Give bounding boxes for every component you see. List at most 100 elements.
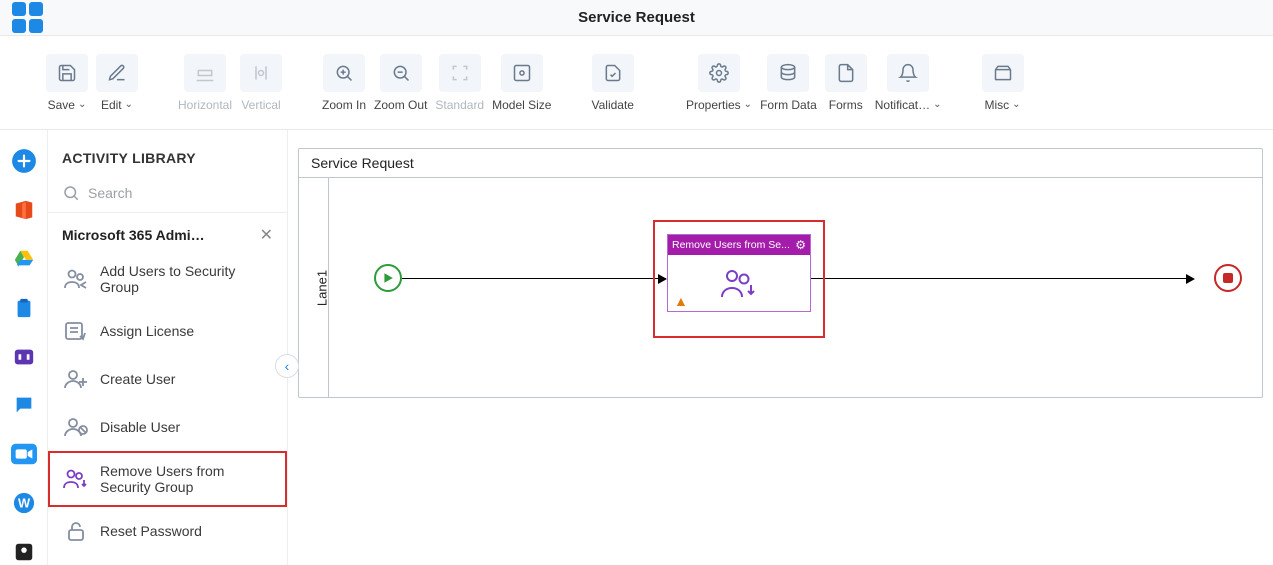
start-event[interactable] bbox=[374, 264, 402, 292]
pencil-icon bbox=[107, 63, 127, 83]
license-icon bbox=[62, 319, 90, 343]
standard-zoom-button: Standard bbox=[435, 54, 484, 112]
notifications-label: Notificat… bbox=[875, 98, 930, 112]
database-icon bbox=[778, 63, 798, 83]
horizontal-icon bbox=[195, 63, 215, 83]
activity-reset-password[interactable]: Reset Password bbox=[48, 507, 287, 555]
save-icon bbox=[57, 63, 77, 83]
misc-label: Misc bbox=[984, 98, 1009, 112]
edit-label: Edit bbox=[101, 98, 122, 112]
chevron-down-icon: ⌄ bbox=[744, 99, 752, 110]
app-switcher-icon[interactable] bbox=[12, 2, 43, 33]
user-disable-icon bbox=[62, 415, 90, 439]
chevron-down-icon: ⌄ bbox=[933, 99, 941, 110]
close-icon[interactable]: ✕ bbox=[260, 225, 273, 245]
search-icon bbox=[62, 184, 80, 202]
user-plus-icon bbox=[62, 367, 90, 391]
lane-label: Lane1 bbox=[315, 269, 330, 305]
standard-icon bbox=[450, 63, 470, 83]
activity-library-panel: ACTIVITY LIBRARY Microsoft 365 Admi… ✕ A… bbox=[48, 130, 288, 565]
rail-drive-icon[interactable] bbox=[9, 246, 39, 273]
horizontal-layout-button: Horizontal bbox=[178, 54, 232, 112]
rail-zoom-icon[interactable] bbox=[9, 441, 39, 468]
sequence-flow[interactable] bbox=[402, 278, 666, 279]
vertical-layout-button: Vertical bbox=[240, 54, 282, 112]
properties-label: Properties bbox=[686, 98, 741, 112]
arrowhead-icon bbox=[1186, 274, 1195, 284]
rail-more-icon[interactable] bbox=[9, 538, 39, 565]
vertical-label: Vertical bbox=[241, 98, 280, 112]
forms-label: Forms bbox=[829, 98, 863, 112]
activity-create-user[interactable]: Create User bbox=[48, 355, 287, 403]
notifications-button[interactable]: Notificat…⌄ bbox=[875, 54, 942, 112]
activity-add-users[interactable]: Add Users to Security Group bbox=[48, 251, 287, 307]
validate-button[interactable]: Validate bbox=[591, 54, 633, 112]
rail-clipboard-icon[interactable] bbox=[9, 294, 39, 321]
gear-icon bbox=[709, 63, 729, 83]
app-rail: W bbox=[0, 130, 48, 565]
forms-button[interactable]: Forms bbox=[825, 54, 867, 112]
box-icon bbox=[993, 63, 1013, 83]
edit-button[interactable]: Edit⌄ bbox=[96, 54, 138, 112]
properties-button[interactable]: Properties⌄ bbox=[686, 54, 752, 112]
form-data-label: Form Data bbox=[760, 98, 817, 112]
zoom-out-label: Zoom Out bbox=[374, 98, 427, 112]
standard-label: Standard bbox=[435, 98, 484, 112]
play-icon bbox=[382, 272, 394, 284]
model-size-label: Model Size bbox=[492, 98, 551, 112]
save-button[interactable]: Save⌄ bbox=[46, 54, 88, 112]
model-size-button[interactable]: Model Size bbox=[492, 54, 551, 112]
activity-label: Disable User bbox=[100, 419, 180, 435]
horizontal-label: Horizontal bbox=[178, 98, 232, 112]
search-input[interactable] bbox=[88, 185, 273, 201]
users-remove-icon bbox=[718, 267, 760, 301]
activity-disable-user[interactable]: Disable User bbox=[48, 403, 287, 451]
top-bar: Service Request bbox=[0, 0, 1273, 36]
zoom-in-label: Zoom In bbox=[322, 98, 366, 112]
activity-assign-license[interactable]: Assign License bbox=[48, 307, 287, 355]
validate-icon bbox=[603, 63, 623, 83]
validate-label: Validate bbox=[591, 98, 633, 112]
stop-icon bbox=[1223, 273, 1233, 283]
activity-label: Create User bbox=[100, 371, 175, 387]
process-canvas[interactable]: Service Request Lane1 Remove Users from bbox=[288, 130, 1273, 565]
end-event[interactable] bbox=[1214, 264, 1242, 292]
process-pool[interactable]: Service Request Lane1 Remove Users from bbox=[298, 148, 1263, 398]
toolbar: Save⌄ Edit⌄ Horizontal Vertical Zoom In … bbox=[0, 36, 1273, 130]
activity-label: Assign License bbox=[100, 323, 194, 339]
library-header: ACTIVITY LIBRARY bbox=[48, 130, 287, 178]
sequence-flow[interactable] bbox=[811, 278, 1191, 279]
zoom-in-button[interactable]: Zoom In bbox=[322, 54, 366, 112]
document-icon bbox=[836, 63, 856, 83]
zoom-out-icon bbox=[391, 63, 411, 83]
zoom-in-icon bbox=[334, 63, 354, 83]
rail-chat-icon[interactable] bbox=[9, 392, 39, 419]
rail-app-icon[interactable] bbox=[9, 343, 39, 370]
activity-label: Add Users to Security Group bbox=[100, 263, 273, 295]
activity-node-remove-users[interactable]: Remove Users from Se... ⚙ ▲ bbox=[667, 234, 811, 312]
bell-icon bbox=[898, 63, 918, 83]
activity-node-title: Remove Users from Se... bbox=[672, 239, 790, 251]
collapse-sidebar-button[interactable]: ‹ bbox=[275, 354, 299, 378]
form-data-button[interactable]: Form Data bbox=[760, 54, 817, 112]
category-title: Microsoft 365 Admi… bbox=[62, 227, 205, 243]
process-title: Service Request bbox=[311, 155, 414, 171]
gear-icon[interactable]: ⚙ bbox=[795, 238, 806, 252]
vertical-icon bbox=[251, 63, 271, 83]
rail-add-button[interactable] bbox=[9, 148, 39, 175]
lane-header[interactable]: Lane1 bbox=[299, 178, 329, 397]
warning-icon: ▲ bbox=[674, 293, 688, 309]
lock-icon bbox=[62, 519, 90, 543]
page-title: Service Request bbox=[578, 9, 695, 26]
chevron-left-icon: ‹ bbox=[285, 358, 290, 374]
activity-label: Reset Password bbox=[100, 523, 202, 539]
zoom-out-button[interactable]: Zoom Out bbox=[374, 54, 427, 112]
misc-button[interactable]: Misc⌄ bbox=[982, 54, 1024, 112]
users-remove-icon bbox=[62, 467, 90, 491]
save-label: Save bbox=[48, 98, 75, 112]
chevron-down-icon: ⌄ bbox=[125, 99, 133, 110]
rail-wordpress-icon[interactable]: W bbox=[9, 489, 39, 516]
activity-remove-users[interactable]: Remove Users from Security Group bbox=[48, 451, 287, 507]
rail-office-icon[interactable] bbox=[9, 197, 39, 224]
activity-list: Add Users to Security Group Assign Licen… bbox=[48, 251, 287, 555]
